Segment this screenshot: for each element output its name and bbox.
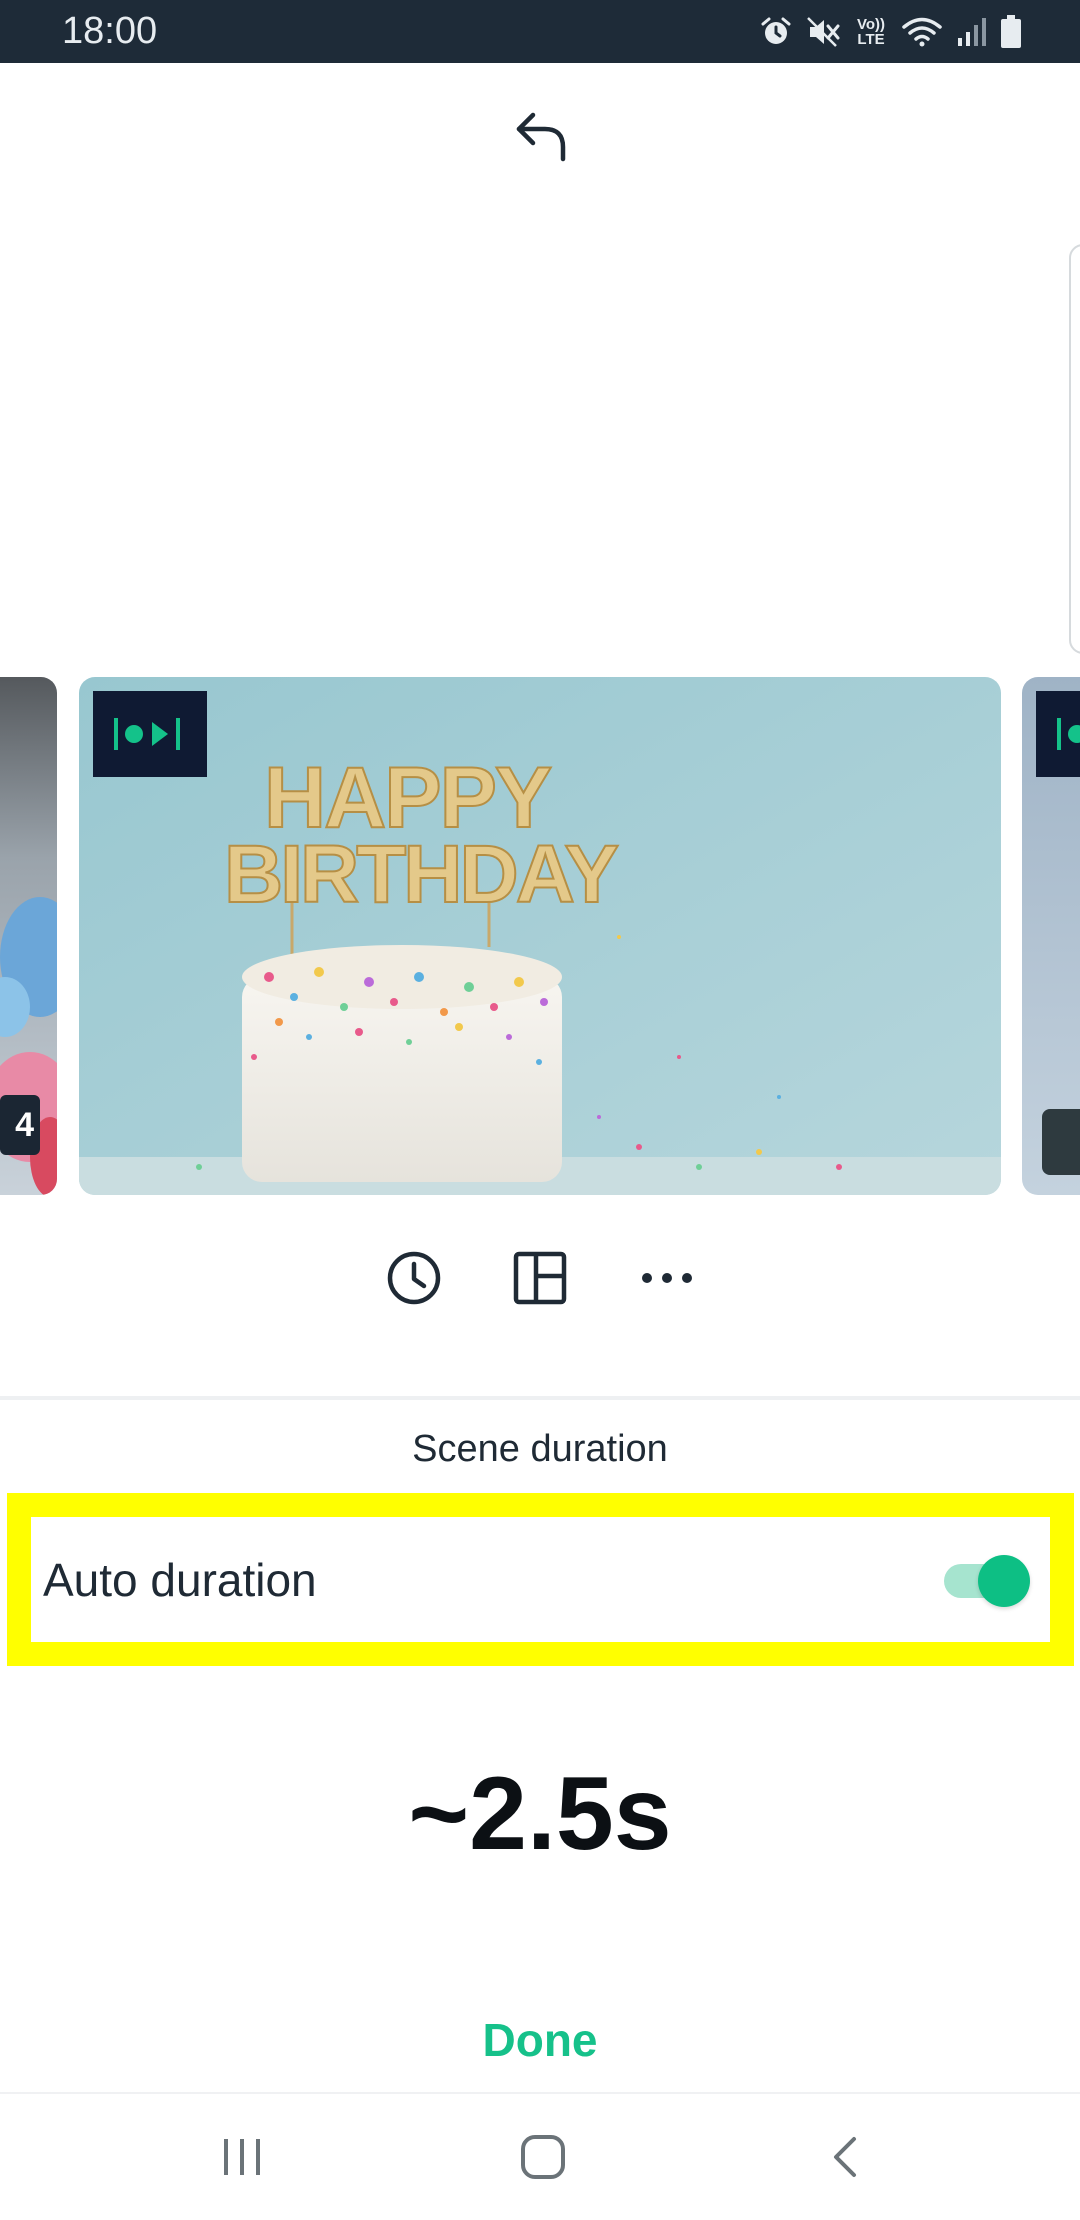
scene-action-row [0, 1245, 1080, 1315]
home-icon [520, 2134, 566, 2185]
alarm-icon [760, 16, 792, 48]
system-nav-bar [0, 2092, 1080, 2220]
done-button[interactable]: Done [440, 2005, 640, 2075]
back-button[interactable] [805, 2124, 885, 2194]
scene-thumbnail-previous[interactable]: 4 [0, 677, 57, 1195]
undo-button[interactable] [510, 108, 572, 168]
layout-icon [512, 1250, 568, 1311]
recents-button[interactable] [202, 2124, 282, 2194]
status-time: 18:00 [62, 10, 158, 52]
svg-text:BIRTHDAY: BIRTHDAY [224, 829, 618, 920]
clock-icon [386, 1250, 442, 1311]
auto-duration-toggle[interactable] [940, 1554, 1030, 1607]
wifi-icon [902, 16, 942, 48]
back-icon [830, 2135, 860, 2184]
scene-thumbnail-next[interactable] [1022, 677, 1080, 1195]
birthday-cake-image: HAPPY BIRTHDAY [79, 677, 1001, 1195]
scene-more-button[interactable] [632, 1245, 702, 1315]
signal-icon [956, 16, 986, 48]
scene-media-badge-icon [1036, 691, 1080, 777]
auto-duration-row[interactable]: Auto duration [31, 1517, 1050, 1642]
sheet-title: Scene duration [412, 1428, 668, 1470]
duration-value: ~2.5s [408, 1756, 672, 1872]
scene-layout-button[interactable] [505, 1245, 575, 1315]
scene-media-badge-icon [93, 691, 207, 777]
mute-icon [806, 16, 840, 48]
more-icon [639, 1268, 695, 1293]
volte-icon: Vo)) LTE [856, 16, 886, 48]
sheet-divider [0, 1396, 1080, 1400]
scene-duration-button[interactable] [379, 1245, 449, 1315]
toggle-knob [978, 1554, 1030, 1607]
battery-icon [1000, 15, 1022, 49]
undo-arrow-icon [513, 109, 569, 168]
preview-panel-edge [1069, 244, 1080, 654]
status-bar: 18:00 Vo)) LTE [0, 0, 1080, 63]
auto-duration-label: Auto duration [43, 1553, 317, 1606]
recents-icon [220, 2137, 264, 2182]
status-icons: Vo)) LTE [760, 12, 1022, 52]
scene-thumbnail-current[interactable]: HAPPY BIRTHDAY [79, 677, 1001, 1195]
scene-overlay-badge [1042, 1109, 1080, 1175]
home-button[interactable] [503, 2124, 583, 2194]
scene-number-badge: 4 [0, 1095, 40, 1155]
